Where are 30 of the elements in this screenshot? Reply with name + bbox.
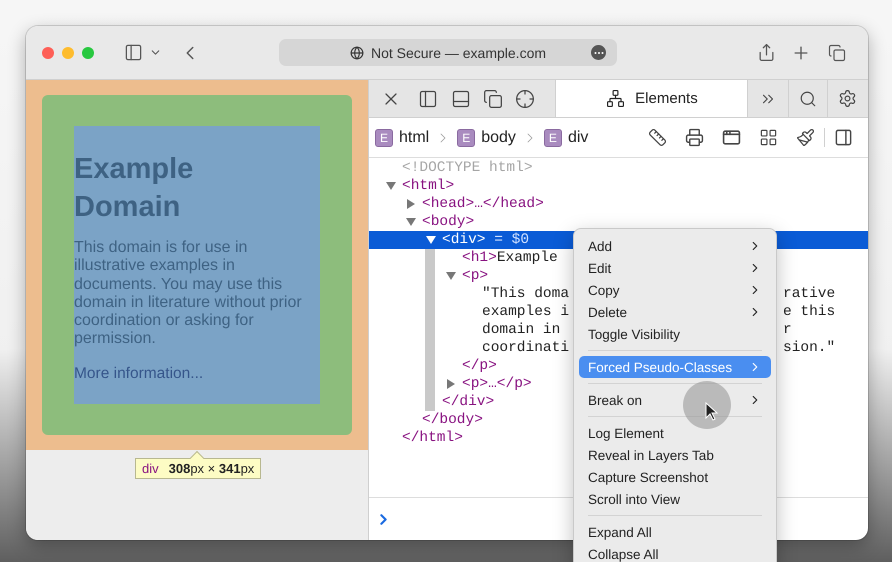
tag-text: </body> <box>422 411 483 429</box>
tooltip-tag-text: div <box>142 461 159 476</box>
node-text: sion." <box>783 339 836 357</box>
node-text: r <box>783 321 792 339</box>
node-text: rative <box>783 285 836 303</box>
tag-text: <div> <box>442 231 486 249</box>
node-reference-text: = $0 <box>493 231 530 249</box>
page-heading: Example Domain <box>74 152 194 225</box>
tag-text: <p> <box>462 267 488 285</box>
node-text: e this <box>783 303 836 321</box>
element-badge: E <box>457 128 476 146</box>
page-paragraph: This domain is for use in illustrative examples in documents. You may use this domain in literature without prior coordination or asking for permission. <box>74 239 303 349</box>
tag-text: <h1> <box>462 249 497 267</box>
node-text: "This doma <box>482 285 570 303</box>
doctype-text: <!DOCTYPE html> <box>402 159 533 177</box>
address-text: Not Secure — example.com <box>370 44 546 60</box>
tag-text: <head>…</head> <box>422 195 544 213</box>
node-text: examples i <box>482 303 570 321</box>
node-text: domain in <box>482 321 560 339</box>
tag-text: </div> <box>442 393 494 411</box>
tag-text: <body> <box>422 213 474 231</box>
element-badge: E <box>375 128 393 146</box>
tag-text: </html> <box>402 429 463 447</box>
node-text: coordinati <box>482 339 570 357</box>
tag-text: <html> <box>402 177 454 195</box>
tag-text: <p>…</p> <box>462 375 532 393</box>
node-text: Example <box>496 249 558 267</box>
tag-text: </p> <box>462 357 497 375</box>
tooltip-size-text: 308px × 341px <box>168 461 254 476</box>
element-badge: E <box>544 128 562 146</box>
